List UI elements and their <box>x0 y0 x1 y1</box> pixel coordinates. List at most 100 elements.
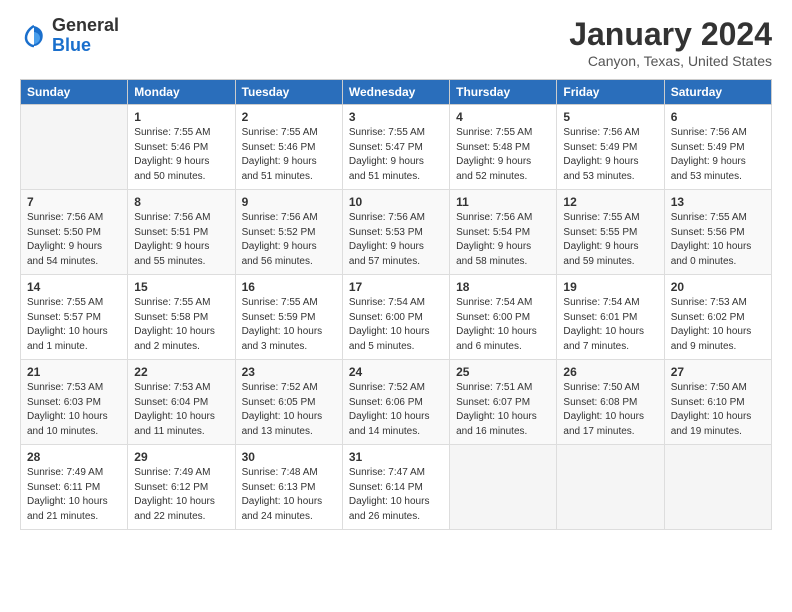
weekday-header: Friday <box>557 80 664 105</box>
day-number: 25 <box>456 365 550 379</box>
logo-icon <box>20 22 48 50</box>
day-number: 10 <box>349 195 443 209</box>
weekday-header: Monday <box>128 80 235 105</box>
day-number: 12 <box>563 195 657 209</box>
calendar-cell <box>450 445 557 530</box>
day-number: 1 <box>134 110 228 124</box>
day-number: 7 <box>27 195 121 209</box>
calendar-cell: 8Sunrise: 7:56 AMSunset: 5:51 PMDaylight… <box>128 190 235 275</box>
day-info: Sunrise: 7:49 AMSunset: 6:11 PMDaylight:… <box>27 466 121 524</box>
calendar-cell <box>557 445 664 530</box>
day-number: 24 <box>349 365 443 379</box>
day-info: Sunrise: 7:56 AMSunset: 5:49 PMDaylight:… <box>671 126 765 184</box>
calendar-cell: 5Sunrise: 7:56 AMSunset: 5:49 PMDaylight… <box>557 105 664 190</box>
calendar-cell: 9 Sunrise: 7:56 AMSunset: 5:52 PMDaylight… <box>235 190 342 275</box>
day-info: Sunrise: 7:52 AMSunset: 6:06 PMDaylight:… <box>349 381 443 439</box>
calendar-cell: 29Sunrise: 7:49 AMSunset: 6:12 PMDayligh… <box>128 445 235 530</box>
day-info: Sunrise: 7:52 AMSunset: 6:05 PMDaylight:… <box>242 381 336 439</box>
day-info: Sunrise: 7:53 AMSunset: 6:04 PMDaylight:… <box>134 381 228 439</box>
calendar-cell: 17Sunrise: 7:54 AMSunset: 6:00 PMDayligh… <box>342 275 449 360</box>
calendar-cell: 12 Sunrise: 7:55 AMSunset: 5:55 PMDayligh… <box>557 190 664 275</box>
calendar-week-row: 7 Sunrise: 7:56 AMSunset: 5:50 PMDaylight… <box>21 190 772 275</box>
day-info: Sunrise: 7:56 AMSunset: 5:54 PMDaylight:… <box>456 211 550 269</box>
weekday-header: Sunday <box>21 80 128 105</box>
day-number: 6 <box>671 110 765 124</box>
calendar-cell: 4 Sunrise: 7:55 AMSunset: 5:48 PMDaylight… <box>450 105 557 190</box>
location: Canyon, Texas, United States <box>569 53 772 69</box>
calendar-cell: 22 Sunrise: 7:53 AMSunset: 6:04 PMDayligh… <box>128 360 235 445</box>
day-info: Sunrise: 7:55 AMSunset: 5:46 PMDaylight:… <box>134 126 228 184</box>
weekday-header: Thursday <box>450 80 557 105</box>
day-info: Sunrise: 7:50 AMSunset: 6:08 PMDaylight:… <box>563 381 657 439</box>
day-number: 23 <box>242 365 336 379</box>
calendar-cell: 7 Sunrise: 7:56 AMSunset: 5:50 PMDaylight… <box>21 190 128 275</box>
calendar-cell: 28 Sunrise: 7:49 AMSunset: 6:11 PMDayligh… <box>21 445 128 530</box>
day-number: 5 <box>563 110 657 124</box>
day-number: 14 <box>27 280 121 294</box>
calendar-cell: 24 Sunrise: 7:52 AMSunset: 6:06 PMDayligh… <box>342 360 449 445</box>
day-number: 3 <box>349 110 443 124</box>
day-info: Sunrise: 7:51 AMSunset: 6:07 PMDaylight:… <box>456 381 550 439</box>
day-number: 17 <box>349 280 443 294</box>
day-info: Sunrise: 7:47 AMSunset: 6:14 PMDaylight:… <box>349 466 443 524</box>
calendar-cell: 14 Sunrise: 7:55 AMSunset: 5:57 PMDayligh… <box>21 275 128 360</box>
calendar-cell <box>664 445 771 530</box>
calendar-cell: 6 Sunrise: 7:56 AMSunset: 5:49 PMDaylight… <box>664 105 771 190</box>
calendar-cell: 21 Sunrise: 7:53 AMSunset: 6:03 PMDayligh… <box>21 360 128 445</box>
day-number: 28 <box>27 450 121 464</box>
weekday-header: Wednesday <box>342 80 449 105</box>
logo-text: General Blue <box>52 16 119 56</box>
calendar-cell: 30 Sunrise: 7:48 AMSunset: 6:13 PMDayligh… <box>235 445 342 530</box>
calendar-table: SundayMondayTuesdayWednesdayThursdayFrid… <box>20 79 772 530</box>
day-info: Sunrise: 7:48 AMSunset: 6:13 PMDaylight:… <box>242 466 336 524</box>
day-info: Sunrise: 7:56 AMSunset: 5:50 PMDaylight:… <box>27 211 121 269</box>
day-info: Sunrise: 7:55 AMSunset: 5:47 PMDaylight:… <box>349 126 443 184</box>
calendar-cell: 2 Sunrise: 7:55 AMSunset: 5:46 PMDaylight… <box>235 105 342 190</box>
day-info: Sunrise: 7:56 AMSunset: 5:53 PMDaylight:… <box>349 211 443 269</box>
day-number: 27 <box>671 365 765 379</box>
calendar-cell: 10 Sunrise: 7:56 AMSunset: 5:53 PMDayligh… <box>342 190 449 275</box>
day-number: 15 <box>134 280 228 294</box>
day-number: 30 <box>242 450 336 464</box>
day-info: Sunrise: 7:55 AMSunset: 5:48 PMDaylight:… <box>456 126 550 184</box>
calendar-cell: 25 Sunrise: 7:51 AMSunset: 6:07 PMDayligh… <box>450 360 557 445</box>
day-number: 22 <box>134 365 228 379</box>
logo: General Blue <box>20 16 119 56</box>
day-info: Sunrise: 7:55 AMSunset: 5:55 PMDaylight:… <box>563 211 657 269</box>
day-info: Sunrise: 7:54 AMSunset: 6:01 PMDaylight:… <box>563 296 657 354</box>
day-info: Sunrise: 7:49 AMSunset: 6:12 PMDaylight:… <box>134 466 228 524</box>
day-info: Sunrise: 7:55 AMSunset: 5:56 PMDaylight:… <box>671 211 765 269</box>
calendar-cell: 11 Sunrise: 7:56 AMSunset: 5:54 PMDayligh… <box>450 190 557 275</box>
day-info: Sunrise: 7:55 AMSunset: 5:59 PMDaylight:… <box>242 296 336 354</box>
title-block: January 2024 Canyon, Texas, United State… <box>569 16 772 69</box>
calendar-week-row: 28 Sunrise: 7:49 AMSunset: 6:11 PMDayligh… <box>21 445 772 530</box>
calendar-cell: 19 Sunrise: 7:54 AMSunset: 6:01 PMDayligh… <box>557 275 664 360</box>
calendar-cell: 27 Sunrise: 7:50 AMSunset: 6:10 PMDayligh… <box>664 360 771 445</box>
day-number: 11 <box>456 195 550 209</box>
calendar-week-row: 21 Sunrise: 7:53 AMSunset: 6:03 PMDayligh… <box>21 360 772 445</box>
day-number: 8 <box>134 195 228 209</box>
day-info: Sunrise: 7:53 AMSunset: 6:02 PMDaylight:… <box>671 296 765 354</box>
day-number: 31 <box>349 450 443 464</box>
day-info: Sunrise: 7:53 AMSunset: 6:03 PMDaylight:… <box>27 381 121 439</box>
day-number: 9 <box>242 195 336 209</box>
day-info: Sunrise: 7:54 AMSunset: 6:00 PMDaylight:… <box>456 296 550 354</box>
day-info: Sunrise: 7:55 AMSunset: 5:46 PMDaylight:… <box>242 126 336 184</box>
day-info: Sunrise: 7:50 AMSunset: 6:10 PMDaylight:… <box>671 381 765 439</box>
calendar-cell: 31 Sunrise: 7:47 AMSunset: 6:14 PMDayligh… <box>342 445 449 530</box>
day-number: 16 <box>242 280 336 294</box>
calendar-cell: 23 Sunrise: 7:52 AMSunset: 6:05 PMDayligh… <box>235 360 342 445</box>
day-number: 21 <box>27 365 121 379</box>
day-number: 4 <box>456 110 550 124</box>
day-number: 26 <box>563 365 657 379</box>
day-number: 19 <box>563 280 657 294</box>
day-info: Sunrise: 7:56 AMSunset: 5:52 PMDaylight:… <box>242 211 336 269</box>
day-info: Sunrise: 7:55 AMSunset: 5:57 PMDaylight:… <box>27 296 121 354</box>
calendar-cell: 1 Sunrise: 7:55 AMSunset: 5:46 PMDaylight… <box>128 105 235 190</box>
weekday-header: Saturday <box>664 80 771 105</box>
calendar-cell: 18Sunrise: 7:54 AMSunset: 6:00 PMDayligh… <box>450 275 557 360</box>
day-number: 13 <box>671 195 765 209</box>
logo-general: General <box>52 15 119 35</box>
day-info: Sunrise: 7:55 AMSunset: 5:58 PMDaylight:… <box>134 296 228 354</box>
day-number: 2 <box>242 110 336 124</box>
